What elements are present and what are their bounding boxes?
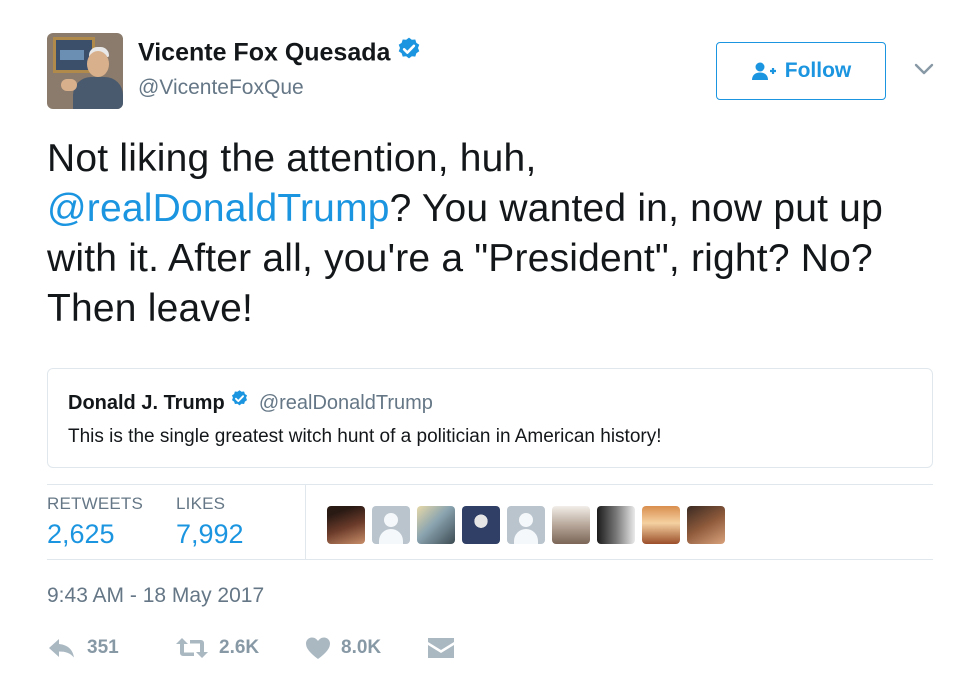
tweet-text: Not liking the attention, huh, @realDonal… <box>47 134 947 334</box>
liker-avatar-default[interactable] <box>372 506 410 544</box>
reply-count: 351 <box>87 637 119 658</box>
direct-message-icon <box>428 638 454 658</box>
author-name[interactable]: Vicente Fox Quesada <box>138 36 422 70</box>
liker-avatar[interactable] <box>327 506 365 544</box>
likes-count: 7,992 <box>176 519 244 549</box>
quoted-tweet-header: Donald J. Trump @realDonaldTrump <box>68 389 433 416</box>
mention-link[interactable]: @realDonaldTrump <box>47 187 390 230</box>
retweets-stat[interactable]: RETWEETS 2,625 <box>47 494 143 550</box>
like-count: 8.0K <box>341 637 382 658</box>
retweet-action[interactable]: 2.6K <box>175 630 259 666</box>
quoted-tweet-card[interactable]: Donald J. Trump @realDonaldTrump This is… <box>47 368 933 468</box>
follow-button[interactable]: Follow <box>716 42 886 100</box>
tweet-stats: RETWEETS 2,625 LIKES 7,992 <box>47 484 933 560</box>
liker-avatar[interactable] <box>552 506 590 544</box>
likes-stat[interactable]: LIKES 7,992 <box>176 494 244 550</box>
liker-avatar[interactable] <box>597 506 635 544</box>
quoted-tweet-text: This is the single greatest witch hunt o… <box>68 426 662 447</box>
reply-icon <box>49 639 74 658</box>
tweet-text-part-1: Not liking the attention, huh, <box>47 137 537 180</box>
author-handle[interactable]: @VicenteFoxQue <box>138 76 304 100</box>
quoted-author-name: Donald J. Trump <box>68 392 225 414</box>
liker-avatar[interactable] <box>462 506 500 544</box>
reply-action[interactable]: 351 <box>47 630 119 666</box>
follow-person-icon <box>751 62 776 80</box>
retweets-label: RETWEETS <box>47 494 144 513</box>
quoted-verified-badge-icon <box>230 389 249 414</box>
author-name-text[interactable]: Vicente Fox Quesada <box>138 39 390 67</box>
quoted-author-handle: @realDonaldTrump <box>258 392 433 414</box>
liker-avatar[interactable] <box>417 506 455 544</box>
stats-divider <box>305 485 306 559</box>
follow-button-label: Follow <box>784 59 852 82</box>
retweet-icon <box>176 638 208 658</box>
retweet-count: 2.6K <box>219 637 260 658</box>
liker-avatar-default[interactable] <box>507 506 545 544</box>
author-avatar[interactable] <box>47 33 123 109</box>
likes-label: LIKES <box>176 494 226 513</box>
liker-avatars <box>327 506 725 544</box>
like-action[interactable]: 8.0K <box>305 630 381 666</box>
direct-message-action[interactable] <box>427 630 455 666</box>
tweet-timestamp[interactable]: 9:43 AM - 18 May 2017 <box>47 584 264 608</box>
chevron-down-icon[interactable] <box>910 58 938 80</box>
retweets-count: 2,625 <box>47 519 115 549</box>
liker-avatar[interactable] <box>642 506 680 544</box>
heart-icon <box>306 637 330 659</box>
verified-badge-icon <box>396 36 422 68</box>
liker-avatar[interactable] <box>687 506 725 544</box>
